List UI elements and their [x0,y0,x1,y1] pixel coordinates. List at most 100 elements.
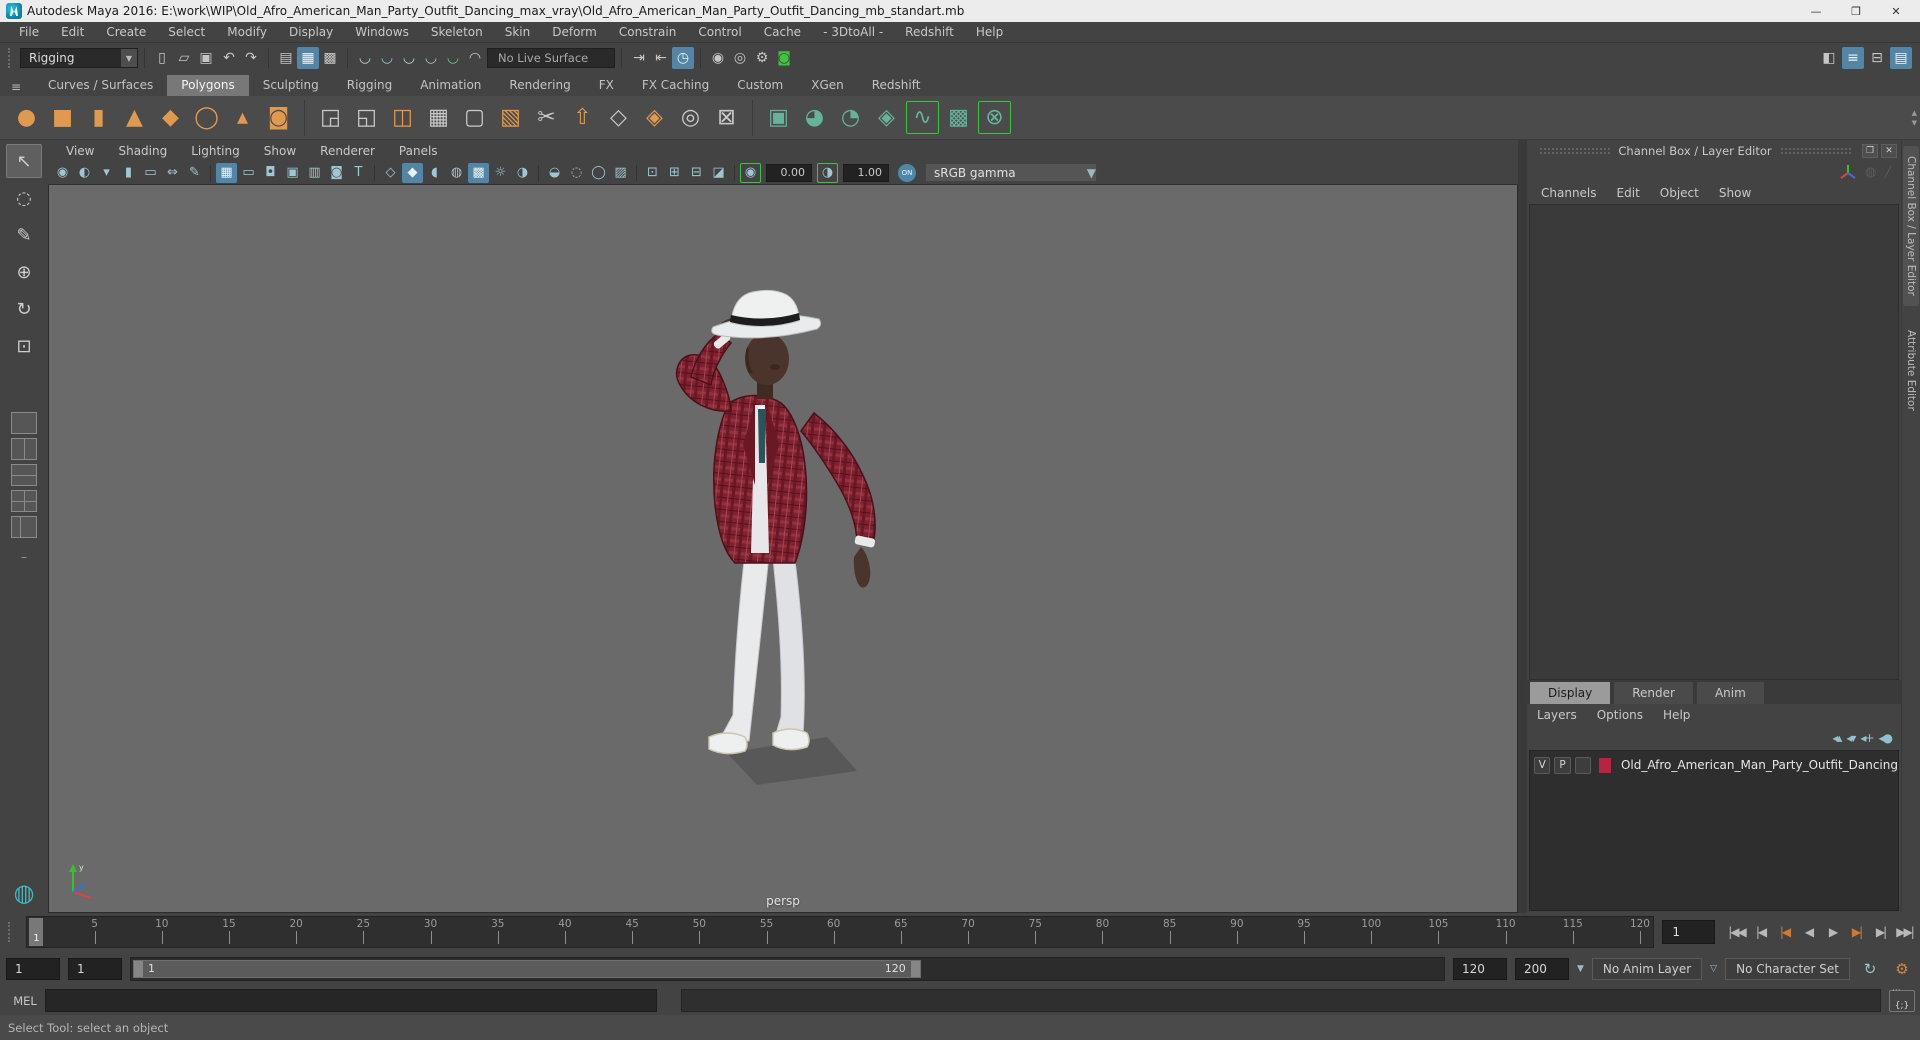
manipulator-icon[interactable] [1839,164,1857,180]
auto-keyframe-toggle-icon[interactable]: ↻ [1858,960,1882,978]
shelf-tab[interactable]: Custom [723,75,797,96]
layout-four-pane-button[interactable] [11,490,37,512]
shelf-tab[interactable]: XGen [797,75,858,96]
select-tool[interactable]: ↖ [6,144,42,178]
make-live-icon[interactable]: ◠ [464,47,486,69]
snap-projected-center-icon[interactable]: ◡ [420,47,442,69]
menu-item[interactable]: Deform [541,23,608,41]
live-surface-field[interactable]: No Live Surface [487,48,615,68]
subdiv-proxy-icon[interactable]: ▢ [458,101,491,134]
move-layer-down-icon[interactable]: ◂▾ [1846,731,1856,745]
step-forward-frame-button[interactable]: ▶| [1869,920,1892,944]
channel-box-menu-item[interactable]: Show [1709,184,1761,202]
channel-box-menu-item[interactable]: Edit [1607,184,1650,202]
paint-select-tool[interactable]: ✎ [6,218,42,252]
menu-item[interactable]: File [8,23,50,41]
menu-item[interactable]: Create [95,23,157,41]
two-d-pan-zoom-icon[interactable]: ⇔ [162,163,183,183]
menu-item[interactable]: Modify [216,23,278,41]
menu-item[interactable]: - 3DtoAll - [812,23,894,41]
layer-color-swatch[interactable] [1599,757,1611,773]
unfold-uv-icon[interactable]: ∿ [906,101,939,134]
play-backwards-button[interactable]: ◀ [1797,920,1820,944]
lasso-tool[interactable]: ◌ [6,181,42,215]
layer-editor-menu-item[interactable]: Options [1587,706,1653,724]
tool-settings-toggle-icon[interactable]: ▤ [1890,47,1912,69]
float-panel-icon[interactable]: ❐ [1862,144,1878,158]
poly-pyramid-icon[interactable]: ▴ [226,101,259,134]
viewport-menu-item[interactable]: Panels [387,142,450,160]
menu-item[interactable]: Constrain [608,23,688,41]
cut-sew-uv-icon[interactable]: ⊗ [978,101,1011,134]
depth-peeling-icon[interactable]: ▨ [610,163,631,183]
use-default-material-icon[interactable]: ◖ [424,163,445,183]
ipr-render-icon[interactable]: ◎ [729,47,751,69]
field-chart-icon[interactable]: ▥ [304,163,325,183]
animation-end-field[interactable]: 200 [1515,957,1569,980]
layer-editor-tab[interactable]: Anim [1695,681,1765,704]
rotate-tool[interactable]: ↻ [6,292,42,326]
channel-box-toggle-icon[interactable]: ≡ [1842,47,1864,69]
step-back-key-button[interactable]: |◀ [1773,920,1796,944]
playback-end-field[interactable]: 120 [1453,957,1507,980]
select-component-icon[interactable]: ▩ [319,47,341,69]
sidebar-vertical-tab[interactable]: Channel Box / Layer Editor [1903,146,1919,306]
maximize-button[interactable]: ❐ [1836,1,1876,21]
textured-icon[interactable]: ▩ [468,162,489,183]
range-start-handle[interactable] [134,960,143,977]
snap-grid-icon[interactable]: ◡ [354,47,376,69]
multisample-icon[interactable]: ◯ [588,163,609,183]
dock-header[interactable]: Channel Box / Layer Editor ❐ ✕ [1527,140,1901,162]
current-time-marker[interactable]: 1 [29,918,44,946]
menu-item[interactable]: Help [965,23,1014,41]
delete-edge-icon[interactable]: ⊠ [710,101,743,134]
grease-pencil-icon[interactable]: ✎ [184,163,205,183]
poly-cube-icon[interactable]: ■ [46,101,79,134]
select-object-icon[interactable]: ▦ [297,47,319,69]
scale-tool[interactable]: ⊡ [6,329,42,363]
modeling-toolkit-toggle-icon[interactable]: ◧ [1818,47,1840,69]
add-layer-selected-icon[interactable]: ◂● [1879,731,1893,745]
target-weld-icon[interactable]: ◎ [674,101,707,134]
shelf-tab[interactable]: Animation [406,75,495,96]
layer-playback-toggle[interactable]: P [1554,756,1571,774]
step-forward-key-button[interactable]: ▶| [1845,920,1868,944]
undo-icon[interactable]: ↶ [218,47,240,69]
layer-editor-menu-item[interactable]: Help [1653,706,1700,724]
redo-icon[interactable]: ↷ [240,47,262,69]
layer-display-type-toggle[interactable] [1574,756,1592,774]
menu-item[interactable]: Display [278,23,344,41]
animation-preferences-icon[interactable]: ⚙ [1890,960,1914,978]
minimize-button[interactable]: — [1796,1,1836,21]
menu-item[interactable]: Skin [494,23,542,41]
xray-icon[interactable]: ◍ [446,163,467,183]
output-connections-icon[interactable]: ⇤ [650,47,672,69]
image-plane-icon[interactable]: ▭ [140,163,161,183]
render-frame-icon[interactable]: ◉ [707,47,729,69]
shelf-tab[interactable]: Sculpting [249,75,333,96]
anim-layer-selector[interactable]: No Anim Layer [1591,957,1703,980]
layer-name[interactable]: Old_Afro_American_Man_Party_Outfit_Danci… [1621,758,1898,772]
viewport-menu-item[interactable]: Renderer [308,142,387,160]
layer-editor-menu-item[interactable]: Layers [1527,706,1587,724]
poly-torus-icon[interactable]: ◯ [190,101,223,134]
shelf-tab[interactable]: FX Caching [628,75,723,96]
close-button[interactable]: ✕ [1876,1,1916,21]
cylindrical-mapping-icon[interactable]: ◕ [798,101,831,134]
viewport-options-icon[interactable]: ◪ [708,163,729,183]
chevron-down-icon[interactable]: ▼ [1577,964,1584,974]
time-slider-track[interactable]: 1 5 10 15 20 25 30 35 40 45 50 55 60 65 70 75 80 85 90 95 1… [26,916,1655,948]
combine-icon[interactable]: ◲ [314,101,347,134]
script-editor-icon[interactable]: {;} [1889,986,1915,1012]
open-scene-icon[interactable]: ▱ [173,47,195,69]
shelf-scroll-arrows[interactable]: ▲ ▼ [1912,109,1920,127]
occlusion-icon[interactable]: ◒ [544,163,565,183]
select-hierarchy-icon[interactable]: ▤ [275,47,297,69]
channel-box-menu-item[interactable]: Channels [1531,184,1607,202]
render-settings-icon[interactable]: ⚙ [751,47,773,69]
menu-set-selector[interactable]: Rigging ▼ [20,48,138,68]
menu-item[interactable]: Skeleton [420,23,494,41]
snap-point-icon[interactable]: ◡ [398,47,420,69]
step-back-frame-button[interactable]: |◀ [1749,920,1772,944]
save-scene-icon[interactable]: ▣ [195,47,217,69]
